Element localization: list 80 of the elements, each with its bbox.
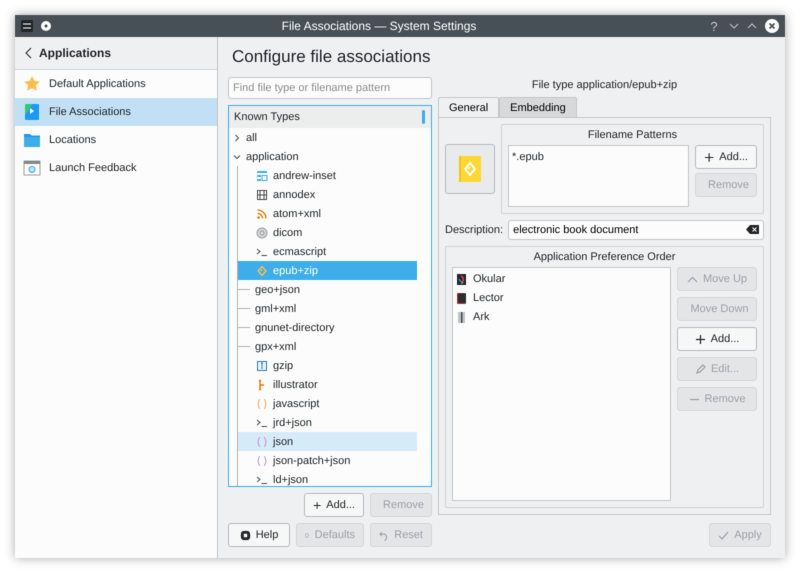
- chevron-right-icon: [233, 134, 241, 142]
- tree-item[interactable]: javascript: [238, 394, 417, 413]
- button[interactable]: Add...: [677, 327, 757, 351]
- plus-icon: [313, 500, 322, 510]
- terminal-icon: [256, 416, 268, 428]
- file-types-icon: [23, 103, 41, 121]
- button[interactable]: Add...: [695, 145, 757, 169]
- chevron-left-icon: [25, 47, 33, 59]
- tree-item[interactable]: annodex: [238, 185, 417, 204]
- description-field[interactable]: electronic book document: [508, 220, 764, 240]
- tree-item[interactable]: ld+json: [238, 470, 417, 486]
- search-field[interactable]: Find file type or filename pattern: [228, 77, 432, 99]
- button[interactable]: Add...: [304, 493, 364, 517]
- plus-icon: [704, 152, 714, 162]
- column-header: Known Types: [229, 106, 431, 128]
- sidebar-item[interactable]: Default Applications: [15, 70, 217, 98]
- tree-item[interactable]: illustrator: [238, 375, 417, 394]
- list-item[interactable]: *.epub: [512, 149, 685, 165]
- archive-icon: [456, 310, 467, 324]
- braces-icon: [256, 454, 268, 466]
- tab[interactable]: General: [438, 97, 500, 117]
- tree-item[interactable]: andrew-inset: [238, 166, 417, 185]
- list-item[interactable]: Lector: [456, 290, 667, 306]
- tree-item[interactable]: json-patch+json: [238, 451, 417, 470]
- pencil-icon: [694, 364, 706, 374]
- document-viewer-icon: [456, 272, 467, 286]
- tab[interactable]: Embedding: [499, 97, 577, 117]
- tree-item[interactable]: jrd+json: [238, 413, 417, 432]
- list-item[interactable]: Ark: [456, 309, 667, 325]
- archive-icon: [256, 360, 268, 372]
- button[interactable]: Help: [228, 523, 290, 547]
- braces-icon: [256, 398, 268, 410]
- settings-app-icon: [21, 20, 33, 32]
- sidebar-item[interactable]: File Associations: [15, 98, 217, 126]
- book-icon: [458, 155, 482, 183]
- rss-icon: [256, 208, 268, 220]
- group-title: Application Preference Order: [532, 251, 676, 263]
- folder-icon: [23, 131, 41, 149]
- window-title: File Associations — System Settings: [280, 19, 478, 33]
- plus-icon: [694, 334, 706, 344]
- group-title: Filename Patterns: [586, 129, 678, 141]
- clear-icon[interactable]: [746, 225, 759, 234]
- undo-icon: [379, 530, 390, 540]
- maximize-icon[interactable]: [747, 21, 757, 31]
- page-heading: Configure file associations: [231, 47, 430, 68]
- close-icon[interactable]: [765, 19, 779, 33]
- sidebar-item[interactable]: Locations: [15, 126, 217, 154]
- list-item[interactable]: Okular: [456, 271, 667, 287]
- tree-item[interactable]: geo+json: [238, 280, 417, 299]
- layout-icon: [256, 170, 268, 182]
- tree-item[interactable]: gnunet-directory: [238, 318, 417, 337]
- pin-icon[interactable]: [41, 21, 51, 31]
- tree-item[interactable]: gml+xml: [238, 299, 417, 318]
- tree-item[interactable]: ecmascript: [238, 242, 417, 261]
- back-button[interactable]: Applications: [25, 46, 112, 60]
- tree-item[interactable]: dicom: [238, 223, 417, 242]
- lifebuoy-icon: [240, 530, 251, 540]
- window-icon: [23, 159, 41, 177]
- book-icon: [456, 292, 467, 304]
- tree-item[interactable]: json: [238, 432, 417, 451]
- check-icon: [718, 530, 730, 540]
- tree-item[interactable]: application: [229, 147, 417, 166]
- scrollbar-handle[interactable]: [422, 110, 425, 124]
- tree-item[interactable]: gzip: [238, 356, 417, 375]
- disc-icon: [256, 226, 268, 238]
- field-label: Description:: [445, 224, 504, 236]
- tree-item[interactable]: atom+xml: [238, 204, 417, 223]
- sidebar-item[interactable]: Launch Feedback: [15, 154, 217, 182]
- tree-item[interactable]: gpx+xml: [238, 337, 417, 356]
- file-type-title: File type application/epub+zip: [532, 79, 678, 93]
- terminal-icon: [256, 474, 268, 486]
- book-icon: [256, 264, 268, 276]
- braces-icon: [256, 436, 268, 448]
- help-button[interactable]: ?: [707, 18, 721, 34]
- minimize-icon[interactable]: [729, 21, 739, 31]
- tree-item[interactable]: all: [229, 128, 417, 147]
- film-icon: [256, 188, 268, 200]
- terminal-icon: [256, 246, 268, 258]
- chevron-down-icon: [233, 152, 241, 160]
- star-icon: [23, 75, 41, 93]
